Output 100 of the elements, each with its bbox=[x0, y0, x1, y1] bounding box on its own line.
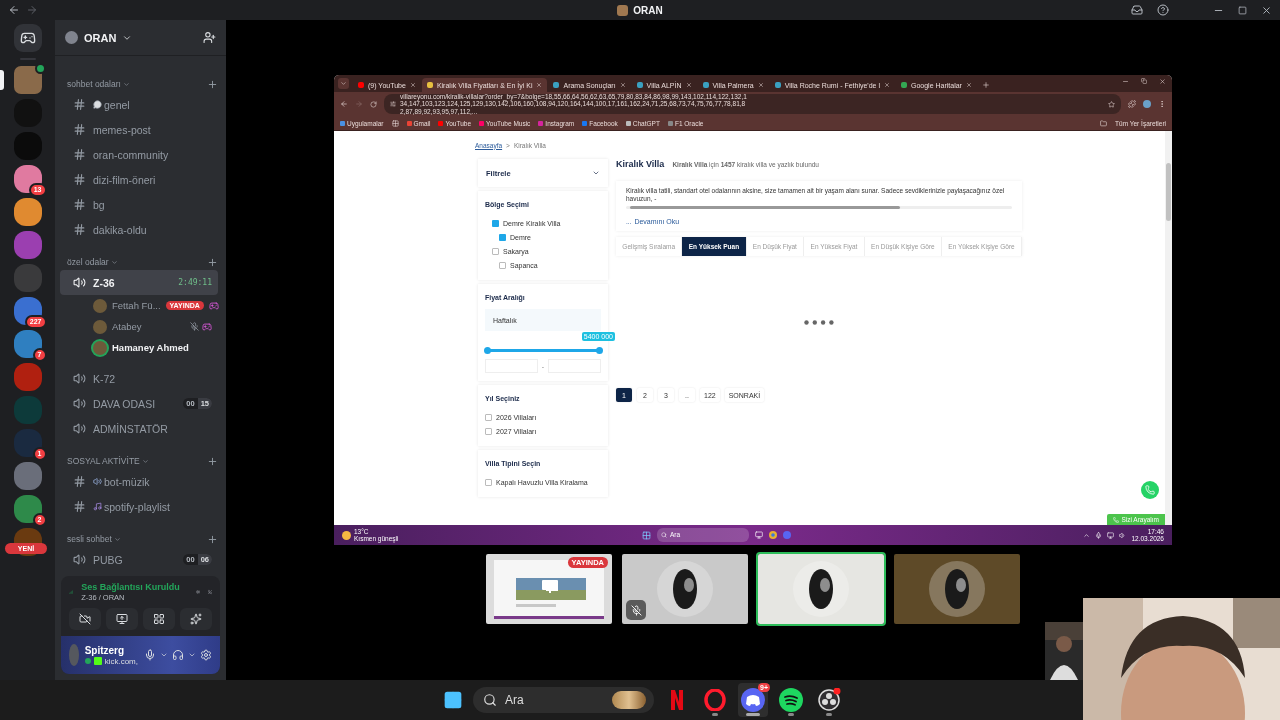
close-icon[interactable] bbox=[884, 82, 890, 88]
microphone-icon[interactable] bbox=[1095, 531, 1103, 539]
channel-item[interactable]: memes-post bbox=[60, 117, 218, 142]
hash-icon bbox=[73, 198, 86, 211]
slider-thumb[interactable] bbox=[595, 347, 603, 354]
add-channel-icon[interactable] bbox=[207, 455, 218, 467]
volume-icon[interactable] bbox=[1119, 531, 1127, 539]
channel-item[interactable]: bg bbox=[60, 192, 218, 217]
settings-icon[interactable] bbox=[200, 649, 212, 661]
screen-share-button[interactable] bbox=[106, 608, 138, 630]
channel-item[interactable]: dakika-oldu bbox=[60, 217, 218, 242]
headphones-icon[interactable] bbox=[172, 649, 184, 661]
checkbox[interactable] bbox=[485, 413, 492, 421]
channel-item[interactable]: genel bbox=[60, 92, 218, 117]
help-icon[interactable] bbox=[1157, 4, 1169, 16]
close-icon[interactable] bbox=[409, 82, 416, 88]
hash-icon bbox=[73, 148, 86, 161]
close-icon[interactable] bbox=[536, 82, 543, 88]
favicon-icon bbox=[636, 82, 643, 88]
restore-icon[interactable] bbox=[1141, 78, 1147, 84]
gamepad-icon bbox=[19, 30, 36, 46]
add-channel-icon[interactable] bbox=[207, 78, 218, 90]
close-icon[interactable] bbox=[619, 82, 626, 88]
minimize-icon[interactable] bbox=[1122, 78, 1129, 85]
add-channel-icon[interactable] bbox=[207, 533, 218, 545]
server-icon[interactable] bbox=[13, 165, 42, 193]
search-field[interactable]: Ara bbox=[473, 687, 654, 713]
bookmark-star-icon[interactable] bbox=[1108, 100, 1115, 108]
monitor-icon[interactable] bbox=[1107, 531, 1115, 539]
ribbon-icon bbox=[670, 690, 684, 710]
back-icon[interactable] bbox=[340, 100, 348, 108]
slider-thumb[interactable] bbox=[483, 347, 491, 354]
chevron-icon bbox=[141, 457, 149, 465]
speech-bubble-icon bbox=[93, 100, 102, 109]
weather-icon bbox=[342, 530, 351, 540]
tab-search-button[interactable] bbox=[338, 78, 349, 89]
server-icon[interactable] bbox=[13, 297, 42, 325]
monitor-icon[interactable] bbox=[755, 531, 763, 539]
extensions-icon[interactable] bbox=[1128, 100, 1136, 108]
checkbox[interactable] bbox=[492, 247, 499, 255]
connection-status: Ses Bağlantısı Kuruldu bbox=[81, 582, 180, 592]
checkbox[interactable] bbox=[485, 478, 492, 486]
server-icon[interactable] bbox=[13, 198, 42, 226]
activities-button[interactable] bbox=[143, 608, 175, 630]
soundboard-button[interactable] bbox=[180, 608, 212, 630]
page-heading: Kiralık Villa bbox=[616, 159, 665, 169]
close-icon[interactable] bbox=[1159, 78, 1166, 85]
chevron-icon[interactable] bbox=[160, 651, 168, 659]
close-icon[interactable] bbox=[685, 82, 692, 88]
chevron-icon[interactable] bbox=[188, 651, 196, 659]
favicon-icon bbox=[553, 82, 560, 88]
close-icon[interactable] bbox=[965, 82, 972, 88]
gamepad-icon bbox=[741, 688, 765, 712]
start-icon[interactable] bbox=[642, 530, 651, 540]
close-icon[interactable] bbox=[1261, 4, 1272, 16]
member-item[interactable]: Atabey bbox=[60, 316, 218, 337]
call-timer: 2:49:11 bbox=[178, 278, 212, 287]
reload-icon[interactable] bbox=[370, 100, 377, 108]
sparkles-icon bbox=[190, 613, 202, 625]
new-tab-icon[interactable] bbox=[981, 81, 990, 89]
category-header[interactable]: özel odalar bbox=[67, 257, 118, 267]
checkbox[interactable] bbox=[492, 219, 499, 227]
channel-item[interactable]: dizi-film-öneri bbox=[60, 167, 218, 192]
menu-icon[interactable] bbox=[1158, 100, 1166, 108]
camera-off-icon bbox=[79, 613, 91, 625]
start-icon[interactable] bbox=[443, 690, 463, 710]
close-icon[interactable] bbox=[757, 82, 764, 88]
add-channel-icon[interactable] bbox=[207, 256, 218, 268]
back-icon[interactable] bbox=[8, 4, 20, 16]
speaker-icon bbox=[73, 276, 86, 289]
category-header[interactable]: SOSYAL AKTİVİTE bbox=[67, 456, 149, 466]
channel-item[interactable]: spotify-playlist bbox=[60, 494, 218, 519]
checkbox[interactable] bbox=[499, 261, 506, 269]
channel-item[interactable]: Z-36 2:49:11 bbox=[60, 270, 218, 295]
chevron-icon[interactable] bbox=[1083, 531, 1091, 539]
category-header[interactable]: sesli sohbet bbox=[67, 534, 121, 544]
inbox-icon[interactable] bbox=[1131, 4, 1143, 16]
channel-item[interactable]: ADMİNSTATÖR bbox=[60, 416, 218, 441]
microphone-icon[interactable] bbox=[144, 649, 156, 661]
search-icon bbox=[483, 693, 497, 707]
chevron-icon bbox=[110, 258, 118, 266]
browser-icon[interactable] bbox=[769, 531, 777, 539]
home-button[interactable] bbox=[13, 24, 42, 52]
server-name[interactable]: ORAN bbox=[84, 31, 117, 44]
channel-item[interactable]: K-72 bbox=[60, 366, 218, 391]
profile-icon[interactable] bbox=[1143, 100, 1151, 108]
member-item[interactable]: Hamaney Ahmed bbox=[60, 337, 218, 358]
speaker-icon bbox=[93, 477, 102, 486]
grid-icon[interactable] bbox=[391, 119, 399, 127]
checkbox[interactable] bbox=[485, 427, 492, 435]
camera-button[interactable] bbox=[69, 608, 101, 630]
username: Spitzerg bbox=[84, 644, 126, 656]
invite-icon[interactable] bbox=[203, 31, 216, 44]
checkbox[interactable] bbox=[499, 233, 506, 241]
logo-icon bbox=[93, 657, 102, 665]
hash-icon bbox=[73, 475, 86, 488]
channel-item[interactable]: oran-community bbox=[60, 142, 218, 167]
category-header[interactable]: sohbet odaları bbox=[67, 79, 130, 89]
maximize-icon[interactable] bbox=[1238, 5, 1247, 15]
channel-item[interactable]: bot-müzik bbox=[60, 469, 218, 494]
